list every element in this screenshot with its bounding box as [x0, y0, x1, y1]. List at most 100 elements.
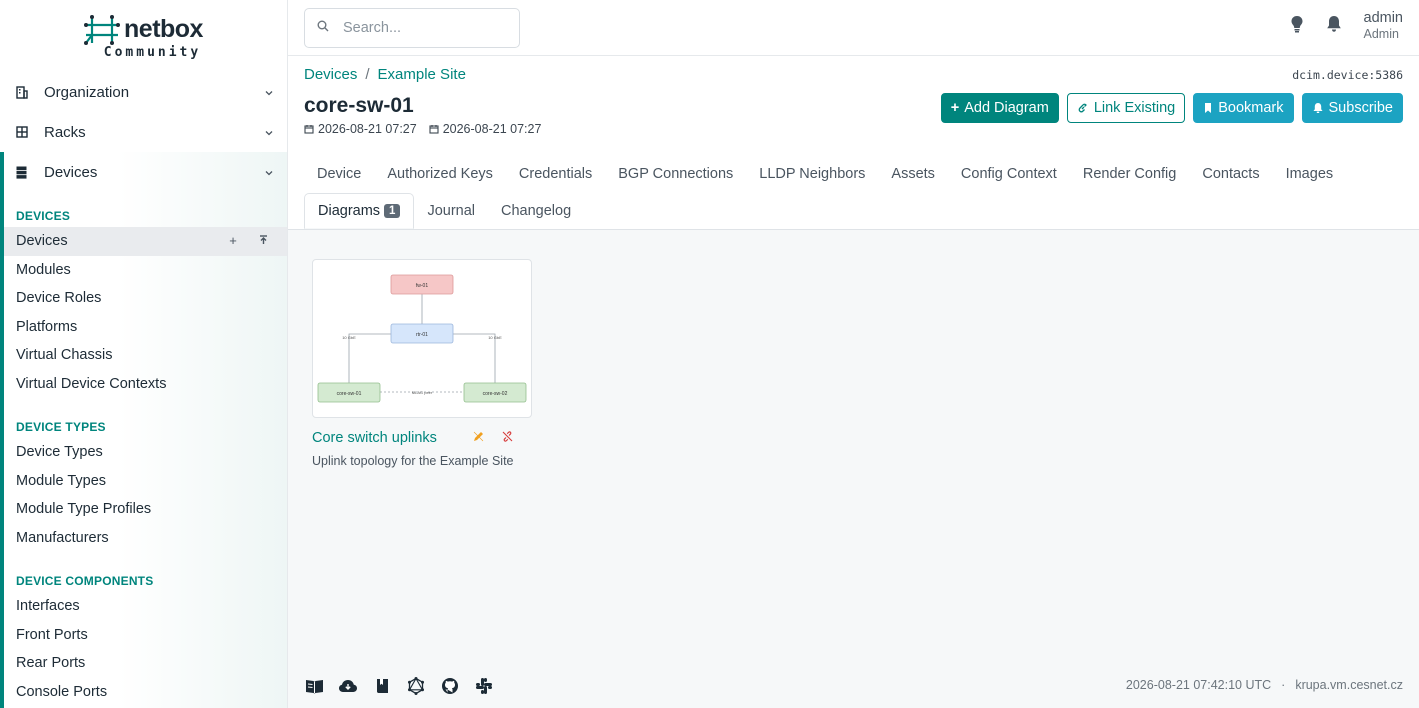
topology-diagram: fw-01 rtr-01 core-sw-01 core-sw-02 10 Gb… — [317, 274, 527, 403]
sidebar-item-manufacturers[interactable]: Manufacturers — [4, 524, 287, 553]
add-diagram-button[interactable]: + Add Diagram — [940, 93, 1059, 123]
page-title: core-sw-01 — [304, 94, 414, 117]
tab-lldp-neighbors[interactable]: LLDP Neighbors — [746, 160, 878, 188]
bookmark-label: Bookmark — [1218, 100, 1284, 116]
node-label-core-sw-01: core-sw-01 — [337, 391, 362, 397]
chevron-down-icon — [264, 125, 274, 142]
menu-group-label: Devices — [44, 163, 98, 181]
upload-icon[interactable] — [256, 233, 270, 247]
calendar-plus-icon — [304, 125, 314, 134]
object-tabs-row-2: Diagrams 1 Journal Changelog — [304, 193, 584, 229]
breadcrumb-site[interactable]: Example Site — [378, 66, 466, 83]
calendar-edit-icon — [429, 125, 439, 134]
chevron-down-icon — [264, 165, 274, 182]
rack-icon — [16, 126, 44, 138]
tab-authorized-keys[interactable]: Authorized Keys — [374, 160, 506, 188]
created-date: 2026-08-21 07:27 — [304, 122, 417, 136]
sidebar-item-rear-ports[interactable]: Rear Ports — [4, 649, 287, 678]
main-content: fw-01 rtr-01 core-sw-01 core-sw-02 10 Gb… — [288, 229, 1419, 708]
tab-credentials[interactable]: Credentials — [506, 160, 605, 188]
add-diagram-label: Add Diagram — [964, 100, 1049, 116]
sidebar-item-front-ports[interactable]: Front Ports — [4, 621, 287, 650]
header-actions: + Add Diagram Link Existing Bookmark Sub… — [940, 93, 1403, 123]
tab-assets[interactable]: Assets — [878, 160, 948, 188]
sidebar-item-label: Devices — [16, 233, 68, 250]
menu-group-organization[interactable]: Organization — [0, 72, 287, 112]
sidebar: netbox Community Organization Racks Devi… — [0, 0, 288, 708]
bell-plus-icon — [1313, 103, 1323, 113]
building-icon — [16, 85, 44, 99]
tab-config-context[interactable]: Config Context — [948, 160, 1070, 188]
sidebar-item-module-types[interactable]: Module Types — [4, 467, 287, 496]
tab-device[interactable]: Device — [304, 160, 374, 188]
node-label-rtr: rtr-01 — [416, 332, 428, 338]
tab-journal[interactable]: Journal — [414, 193, 488, 229]
sidebar-item-virtual-device-contexts[interactable]: Virtual Device Contexts — [4, 370, 287, 399]
sidebar-item-modules[interactable]: Modules — [4, 256, 287, 285]
subscribe-label: Subscribe — [1328, 100, 1393, 116]
object-dates: 2026-08-21 07:27 2026-08-21 07:27 — [304, 122, 541, 136]
edit-icon[interactable] — [473, 429, 484, 447]
notifications-bell-icon[interactable] — [1326, 15, 1342, 38]
brand-edition: Community — [103, 44, 202, 60]
sidebar-item-device-roles[interactable]: Device Roles — [4, 284, 287, 313]
sidebar-item-devices[interactable]: Devices + — [4, 227, 287, 256]
tab-render-config[interactable]: Render Config — [1070, 160, 1190, 188]
github-icon[interactable] — [440, 676, 460, 696]
book-icon[interactable] — [372, 676, 392, 696]
link-label-mlag: MLAG peer — [412, 390, 433, 395]
menu-group-label: Organization — [44, 83, 130, 101]
link-label-right: 10 GbE — [488, 335, 502, 340]
tab-diagrams[interactable]: Diagrams 1 — [304, 193, 415, 229]
devices-menu-panel: Devices DEVICES Devices + Modules Device… — [0, 152, 287, 708]
brand-name: netbox — [124, 15, 203, 43]
user-menu[interactable]: admin Admin — [1364, 10, 1404, 42]
subscribe-button[interactable]: Subscribe — [1301, 93, 1403, 123]
sidebar-item-module-type-profiles[interactable]: Module Type Profiles — [4, 495, 287, 524]
breadcrumb-devices[interactable]: Devices — [304, 66, 357, 83]
footer-links — [304, 676, 494, 696]
footer-timestamp: 2026-08-21 07:42:10 UTC — [1125, 678, 1272, 692]
tab-bgp-connections[interactable]: BGP Connections — [605, 160, 746, 188]
user-role: Admin — [1363, 27, 1399, 41]
breadcrumb: Devices / Example Site — [304, 66, 466, 83]
created-date-value: 2026-08-21 07:27 — [318, 122, 417, 136]
api-icon[interactable] — [338, 676, 358, 696]
diagram-card: fw-01 rtr-01 core-sw-01 core-sw-02 10 Gb… — [312, 259, 532, 468]
link-existing-label: Link Existing — [1093, 100, 1176, 116]
lightbulb-icon[interactable] — [1290, 15, 1304, 38]
chevron-down-icon — [264, 85, 274, 102]
menu-group-racks[interactable]: Racks — [0, 112, 287, 152]
sidebar-item-console-ports[interactable]: Console Ports — [4, 678, 287, 707]
bookmark-icon — [1205, 103, 1212, 113]
sidebar-item-device-types[interactable]: Device Types — [4, 438, 287, 467]
top-bar: admin Admin — [288, 0, 1419, 56]
link-icon — [1078, 103, 1087, 113]
node-label-core-sw-02: core-sw-02 — [483, 391, 508, 397]
tab-diagrams-label: Diagrams — [318, 203, 381, 219]
footer-separator: · — [1281, 678, 1286, 692]
search-input[interactable] — [343, 20, 503, 36]
brand-logo[interactable]: netbox Community — [0, 0, 287, 72]
unlink-icon[interactable] — [502, 429, 513, 447]
menu-group-devices[interactable]: Devices — [4, 152, 287, 192]
link-existing-button[interactable]: Link Existing — [1066, 93, 1186, 123]
search-box[interactable] — [304, 8, 520, 48]
bookmark-button[interactable]: Bookmark — [1193, 93, 1294, 123]
tab-images[interactable]: Images — [1273, 160, 1347, 188]
diagram-thumbnail[interactable]: fw-01 rtr-01 core-sw-01 core-sw-02 10 Gb… — [312, 259, 532, 418]
menu-group-label: Racks — [44, 123, 86, 141]
tab-contacts[interactable]: Contacts — [1189, 160, 1272, 188]
section-heading-device-components: DEVICE COMPONENTS — [16, 574, 154, 588]
add-icon[interactable]: + — [226, 233, 240, 248]
sidebar-item-virtual-chassis[interactable]: Virtual Chassis — [4, 341, 287, 370]
diagram-title-link[interactable]: Core switch uplinks — [312, 430, 437, 446]
graphql-icon[interactable] — [406, 676, 426, 696]
slack-icon[interactable] — [474, 676, 494, 696]
sidebar-item-interfaces[interactable]: Interfaces — [4, 592, 287, 621]
sidebar-item-platforms[interactable]: Platforms — [4, 313, 287, 342]
section-heading-devices: DEVICES — [16, 209, 71, 223]
tab-changelog[interactable]: Changelog — [488, 193, 584, 229]
diagram-description: Uplink topology for the Example Site — [312, 454, 514, 468]
docs-icon[interactable] — [304, 676, 324, 696]
